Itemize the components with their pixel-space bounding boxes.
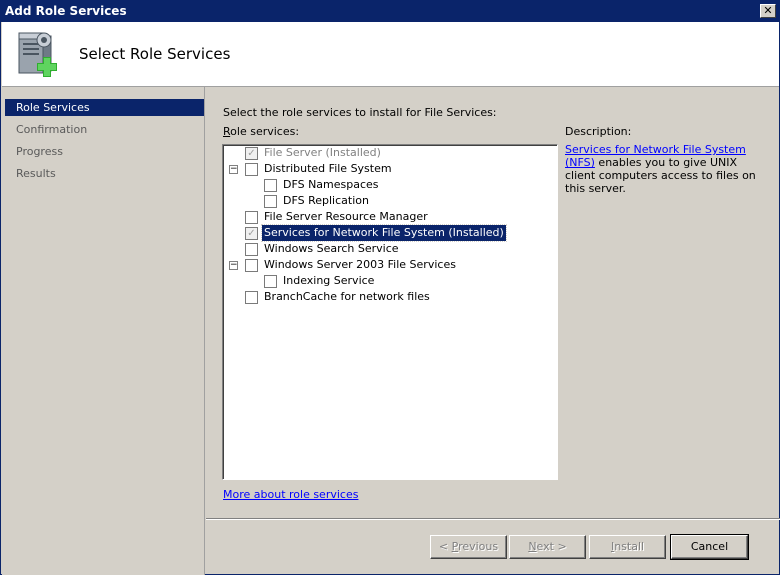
description-label: Description: (565, 125, 632, 138)
server-add-icon (18, 32, 57, 77)
tree-item-label: File Server Resource Manager (264, 210, 428, 223)
add-role-services-window: Add Role Services ✕ Select Role Services… (0, 0, 780, 575)
wizard-nav: Role Services Confirmation Progress Resu… (2, 87, 205, 575)
tree-item-label: File Server (Installed) (264, 146, 381, 159)
close-icon: ✕ (763, 4, 773, 17)
checkbox-branchcache[interactable] (245, 291, 258, 304)
nav-item-progress[interactable]: Progress (5, 143, 204, 160)
window-title: Add Role Services (5, 4, 127, 18)
checkbox-nfs[interactable]: ✓ (245, 227, 258, 240)
footer-divider (206, 518, 780, 520)
wizard-content: Select the role services to install for … (206, 87, 780, 517)
description-text: Services for Network File System (NFS) e… (565, 143, 765, 195)
collapse-icon[interactable]: − (229, 165, 238, 174)
page-title: Select Role Services (79, 45, 231, 63)
install-button[interactable]: Install (589, 535, 666, 559)
checkbox-dfs-namespaces[interactable] (264, 179, 277, 192)
title-bar[interactable]: Add Role Services ✕ (1, 1, 779, 22)
checkbox-ws2003-file-services[interactable] (245, 259, 258, 272)
nav-item-results[interactable]: Results (5, 165, 204, 182)
previous-button[interactable]: < Previous (430, 535, 507, 559)
nav-item-confirmation[interactable]: Confirmation (5, 121, 204, 138)
tree-item-label: Distributed File System (264, 162, 392, 175)
collapse-icon[interactable]: − (229, 261, 238, 270)
checkbox-fsrm[interactable] (245, 211, 258, 224)
tree-item-label: Services for Network File System (Instal… (261, 224, 507, 242)
more-about-role-services-link[interactable]: More about role services (223, 488, 358, 501)
checkbox-distributed-file-system[interactable] (245, 163, 258, 176)
cancel-button[interactable]: Cancel (670, 534, 749, 560)
tree-item-label: Windows Server 2003 File Services (264, 258, 456, 271)
tree-item-label: Indexing Service (283, 274, 375, 287)
next-button[interactable]: Next > (509, 535, 586, 559)
tree-item-label: DFS Namespaces (283, 178, 379, 191)
wizard-header: Select Role Services (2, 22, 779, 87)
checkbox-windows-search[interactable] (245, 243, 258, 256)
tree-item-label: BranchCache for network files (264, 290, 430, 303)
close-button[interactable]: ✕ (760, 4, 776, 18)
role-services-label: Role services: (223, 125, 300, 138)
checkbox-file-server[interactable]: ✓ (245, 147, 258, 160)
checkbox-indexing-service[interactable] (264, 275, 277, 288)
checkbox-dfs-replication[interactable] (264, 195, 277, 208)
tree-item-label: DFS Replication (283, 194, 369, 207)
nav-item-role-services[interactable]: Role Services (5, 99, 204, 116)
role-services-tree[interactable]: ✓ File Server (Installed) − Distributed … (222, 144, 558, 480)
tree-item-label: Windows Search Service (264, 242, 399, 255)
instruction-text: Select the role services to install for … (223, 106, 497, 119)
